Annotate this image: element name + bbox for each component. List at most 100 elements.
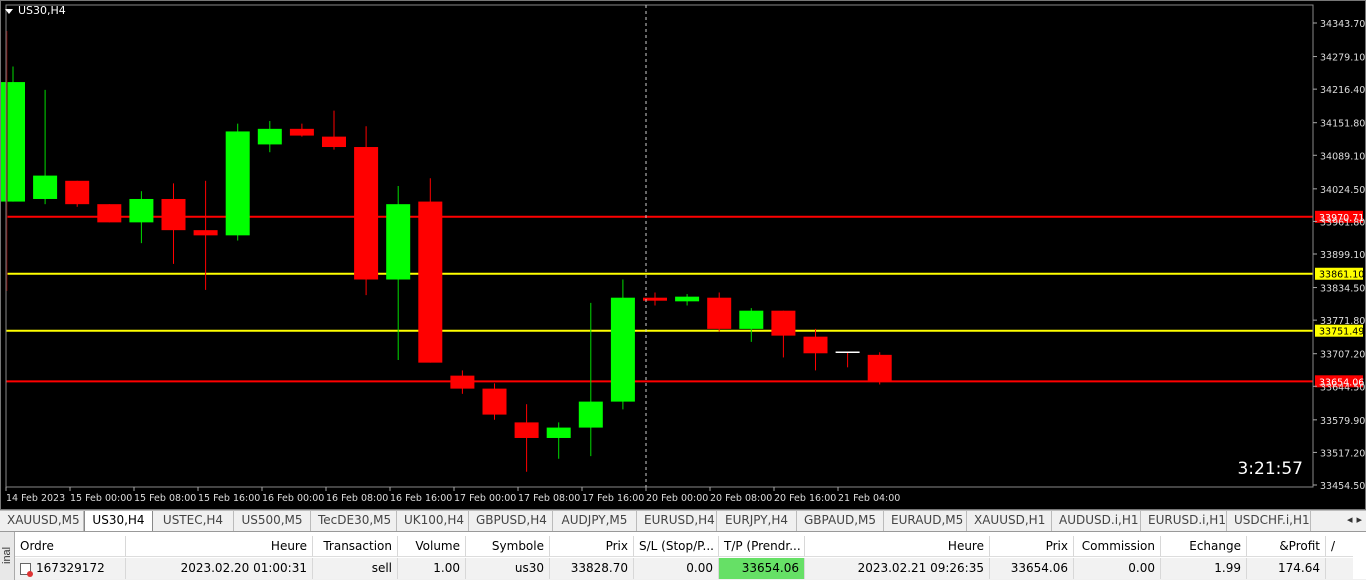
- chart-symbol-label[interactable]: US30,H4: [5, 4, 66, 17]
- candle-body: [225, 131, 250, 236]
- col-header-swap[interactable]: Echange: [1161, 536, 1247, 557]
- scroll-right-icon[interactable]: ▸: [1356, 511, 1362, 530]
- chart-window[interactable]: 33970.71 33861.10 33751.49 33654.06 34343.7…: [0, 0, 1366, 510]
- candle-body: [322, 136, 346, 148]
- cell-comment: [1326, 558, 1353, 579]
- col-header-sl[interactable]: S/L (Stop/P...: [634, 536, 719, 557]
- candle-body: [257, 128, 282, 145]
- col-header-price[interactable]: Prix: [550, 536, 634, 557]
- time-tick-label: 17 Feb 00:00: [454, 493, 516, 504]
- cell-time: 2023.02.20 01:00:31: [126, 558, 313, 579]
- time-tick-label: 14 Feb 2023: [6, 493, 65, 504]
- candle-body: [1, 82, 25, 202]
- time-tick-label: 15 Feb 16:00: [198, 493, 260, 504]
- col-header-volume[interactable]: Volume: [398, 536, 466, 557]
- candle-body: [193, 230, 218, 236]
- time-tick-label: 17 Feb 08:00: [518, 493, 580, 504]
- chart-tab[interactable]: GBPUSD,H4: [469, 511, 553, 531]
- candle-body: [707, 297, 732, 329]
- candle-body: [450, 375, 475, 389]
- candle-body: [867, 354, 892, 382]
- candle-body: [771, 310, 796, 336]
- candle-body: [161, 198, 186, 231]
- price-tick-label: 34089.10: [1320, 151, 1365, 162]
- cell-swap: 1.99: [1161, 558, 1247, 579]
- candle-body: [418, 201, 443, 363]
- chart-tab[interactable]: AUDJPY,M5: [553, 511, 637, 531]
- cell-symbol: us30: [466, 558, 550, 579]
- price-tick-label: 33899.10: [1320, 250, 1365, 261]
- candle-body: [65, 180, 90, 205]
- chart-tab[interactable]: US500,M5: [234, 511, 311, 531]
- candle-body: [514, 422, 539, 438]
- price-tick-label: 34024.50: [1320, 185, 1365, 196]
- candle-body: [803, 336, 828, 354]
- chart-tab[interactable]: USTEC,H4: [153, 511, 234, 531]
- chart-tab[interactable]: XAUUSD,H1: [967, 511, 1052, 531]
- cell-transaction: sell: [313, 558, 398, 579]
- chart-tab[interactable]: EURUSD.i,H1: [1141, 511, 1227, 531]
- chart-tab[interactable]: EURJPY,H4: [717, 511, 797, 531]
- candle-body: [33, 175, 58, 199]
- col-header-profit[interactable]: &Profit: [1247, 536, 1326, 557]
- time-tick-label: 20 Feb 08:00: [710, 493, 772, 504]
- trade-table-header: Ordre Heure Transaction Volume Symbole P…: [15, 536, 1353, 557]
- col-header-commission[interactable]: Commission: [1074, 536, 1161, 557]
- cell-volume: 1.00: [398, 558, 466, 579]
- chart-tab[interactable]: GBPAUD,M5: [797, 511, 884, 531]
- cell-close-time: 2023.02.21 09:26:35: [805, 558, 990, 579]
- time-tick-label: 16 Feb 08:00: [326, 493, 388, 504]
- cell-price: 33828.70: [550, 558, 634, 579]
- chart-canvas[interactable]: 33970.7133861.1033751.4933654.06 34343.7…: [1, 1, 1365, 509]
- dropdown-triangle-icon[interactable]: [5, 8, 13, 14]
- chart-tab[interactable]: UK100,H4: [397, 511, 469, 531]
- price-tick-label: 33579.90: [1320, 416, 1365, 427]
- chart-title: US30,H4: [18, 4, 66, 17]
- col-header-close-price[interactable]: Prix: [990, 536, 1074, 557]
- col-header-transaction[interactable]: Transaction: [313, 536, 398, 557]
- candle-body: [289, 128, 314, 136]
- candle-body: [482, 388, 507, 415]
- col-header-order[interactable]: Ordre: [15, 536, 126, 557]
- cell-sl: 0.00: [634, 558, 719, 579]
- candle-body: [546, 427, 571, 438]
- time-tick-label: 15 Feb 08:00: [134, 493, 196, 504]
- col-header-symbol[interactable]: Symbole: [466, 536, 550, 557]
- chart-tab[interactable]: US30,H4: [84, 511, 153, 531]
- cell-close-price: 33654.06: [990, 558, 1074, 579]
- time-tick-label: 21 Feb 04:00: [838, 493, 900, 504]
- chart-tab[interactable]: USDCHF.i,H1: [1227, 511, 1311, 531]
- candle-body: [129, 198, 154, 223]
- col-header-comment[interactable]: /: [1326, 536, 1353, 557]
- price-tick-label: 34216.40: [1320, 85, 1365, 96]
- cell-profit: 174.64: [1247, 558, 1326, 579]
- cell-order: 167329172: [15, 558, 126, 579]
- table-row[interactable]: 167329172 2023.02.20 01:00:31 sell 1.00 …: [15, 558, 1353, 579]
- tab-scroll-arrows: ◂ ▸: [1342, 511, 1366, 530]
- price-tick-label: 34151.80: [1320, 119, 1365, 130]
- price-tick-label: 33517.20: [1320, 448, 1365, 459]
- candle-body: [354, 147, 379, 280]
- col-header-tp[interactable]: T/P (Prendr...: [719, 536, 805, 557]
- chart-tab[interactable]: XAUUSD,M5: [0, 511, 84, 531]
- time-tick-label: 20 Feb 16:00: [774, 493, 836, 504]
- candle-body: [578, 401, 603, 428]
- price-tick-label: 33771.80: [1320, 316, 1365, 327]
- chart-tab[interactable]: EURAUD,M5: [884, 511, 967, 531]
- chart-tab[interactable]: TecDE30,M5: [311, 511, 397, 531]
- time-tick-label: 16 Feb 16:00: [390, 493, 452, 504]
- cell-tp: 33654.06: [719, 558, 805, 579]
- price-tick-label: 33707.20: [1320, 350, 1365, 361]
- time-tick-label: 17 Feb 16:00: [582, 493, 644, 504]
- col-header-time[interactable]: Heure: [126, 536, 313, 557]
- level-price-label: 33861.10: [1319, 270, 1364, 281]
- scroll-left-icon[interactable]: ◂: [1347, 511, 1353, 530]
- col-header-close-time[interactable]: Heure: [805, 536, 990, 557]
- chart-tab[interactable]: EURUSD,H4: [637, 511, 717, 531]
- terminal-panel: inal Ordre Heure Transaction Volume Symb…: [0, 531, 1366, 580]
- chart-tab[interactable]: AUDUSD.i,H1: [1052, 511, 1141, 531]
- price-tick-label: 34343.70: [1320, 19, 1365, 30]
- terminal-side-tab[interactable]: inal: [0, 532, 15, 580]
- candle-body: [610, 297, 635, 402]
- closed-order-icon: [20, 562, 33, 577]
